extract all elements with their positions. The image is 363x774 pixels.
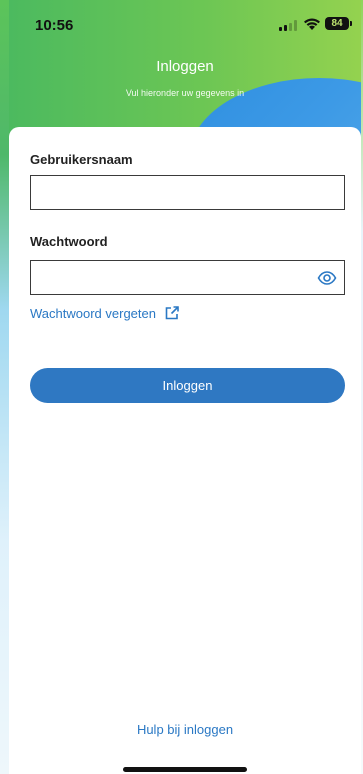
forgot-password-label: Wachtwoord vergeten	[30, 305, 156, 321]
eye-icon[interactable]	[317, 270, 337, 286]
password-input[interactable]	[31, 261, 344, 294]
username-input[interactable]	[31, 176, 344, 209]
username-label: Gebruikersnaam	[30, 152, 133, 167]
home-indicator[interactable]	[123, 767, 247, 772]
login-button[interactable]: Inloggen	[30, 368, 345, 403]
password-label: Wachtwoord	[30, 234, 108, 249]
page-title: Inloggen	[156, 58, 214, 75]
forgot-password-link[interactable]: Wachtwoord vergeten	[30, 305, 180, 321]
status-time: 10:56	[35, 17, 74, 34]
left-frame-edge	[0, 0, 9, 774]
external-link-icon	[165, 306, 179, 320]
battery-icon: 84	[325, 17, 349, 30]
login-form: Gebruikersnaam Wachtwoord Wachtwoord ver…	[9, 127, 361, 774]
wifi-icon	[304, 18, 320, 30]
header: 10:56 84 Inloggen Vul hieronder uw gegev…	[9, 0, 361, 140]
page-subtitle: Vul hieronder uw gegevens in	[125, 88, 245, 98]
password-field-box	[30, 260, 345, 295]
status-bar: 10:56 84	[9, 0, 361, 52]
phone-screen: 10:56 84 Inloggen Vul hieronder uw gegev…	[0, 0, 363, 774]
username-field-box	[30, 175, 345, 210]
signal-bars-icon	[279, 20, 297, 31]
battery-tip	[350, 21, 352, 26]
help-login-link[interactable]: Hulp bij inloggen	[9, 722, 361, 737]
